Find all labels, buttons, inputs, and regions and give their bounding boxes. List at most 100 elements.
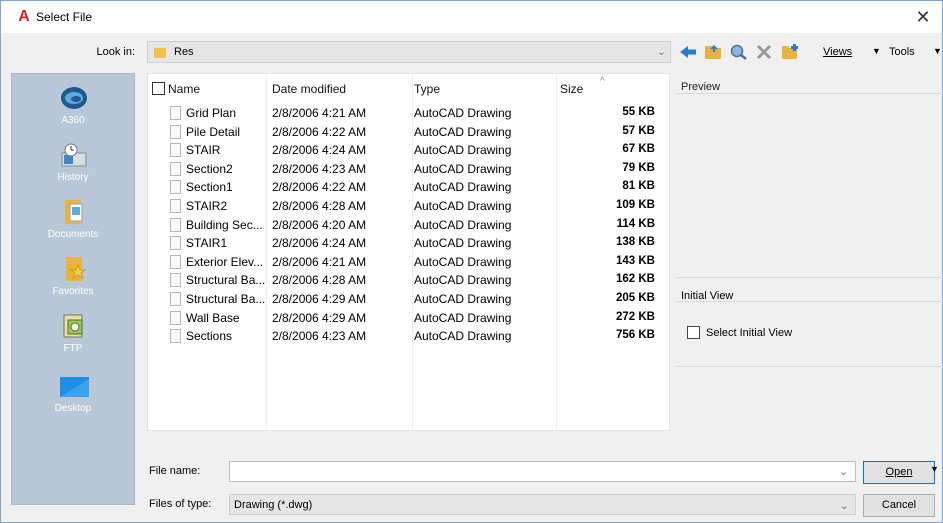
- file-size: 109 KB: [616, 199, 655, 211]
- sort-caret-icon: ^: [600, 76, 605, 87]
- open-options-arrow-icon[interactable]: ▼: [930, 464, 939, 474]
- place-documents[interactable]: Documents: [12, 194, 134, 250]
- file-size: 138 KB: [616, 236, 655, 249]
- select-initial-view-checkbox[interactable]: [687, 326, 700, 339]
- back-arrow-icon: [680, 46, 696, 58]
- tools-label: Tools: [889, 46, 915, 58]
- chevron-down-icon: ⌄: [839, 500, 849, 512]
- file-icon: [170, 124, 181, 139]
- file-type: AutoCAD Drawing: [414, 217, 512, 232]
- file-name: STAIR1: [186, 236, 228, 251]
- file-row[interactable]: Structural Ba... 2/8/2006 4:29 AM AutoCAD …: [148, 291, 669, 308]
- create-folder-button[interactable]: [780, 43, 800, 61]
- file-name: Exterior Elev...: [186, 254, 264, 269]
- file-date: 2/8/2006 4:28 AM: [272, 199, 367, 213]
- file-icon: [170, 106, 181, 120]
- place-desktop[interactable]: Desktop: [12, 368, 134, 424]
- tools-menu[interactable]: Tools: [889, 46, 915, 58]
- file-name: STAIR: [186, 143, 221, 158]
- file-row[interactable]: Building Sec... 2/8/2006 4:20 AM AutoCAD D…: [148, 217, 669, 234]
- file-type: AutoCAD Drawing: [414, 143, 512, 158]
- lookin-label: Look in:: [96, 46, 135, 58]
- place-history[interactable]: History: [12, 137, 134, 193]
- place-ftp[interactable]: FTP: [12, 308, 134, 364]
- delete-button[interactable]: [754, 43, 774, 61]
- file-name-chevron-down-icon[interactable]: ⌄: [839, 465, 848, 478]
- file-icon: [170, 199, 181, 213]
- file-date: 2/8/2006 4:22 AM: [272, 124, 367, 139]
- file-size: 57 KB: [622, 124, 655, 137]
- file-name-input[interactable]: [229, 461, 856, 482]
- file-row[interactable]: STAIR1 2/8/2006 4:24 AM AutoCAD Drawing 138…: [148, 235, 669, 252]
- file-icon: [170, 236, 181, 251]
- files-of-type-value: Drawing (*.dwg): [234, 499, 313, 511]
- back-button[interactable]: [678, 43, 698, 61]
- file-row[interactable]: STAIR2 2/8/2006 4:28 AM AutoCAD Drawing 109…: [148, 198, 669, 215]
- files-of-type-dropdown[interactable]: Drawing (*.dwg) ⌄: [229, 494, 856, 515]
- column-header-size[interactable]: Size: [560, 82, 583, 96]
- preview-pane: [676, 93, 943, 278]
- file-icon: [170, 161, 181, 176]
- file-size: 67 KB: [622, 143, 655, 156]
- file-row[interactable]: Exterior Elev... 2/8/2006 4:21 AM AutoCAD …: [148, 254, 669, 271]
- file-type: AutoCAD Drawing: [414, 273, 512, 288]
- file-type: AutoCAD Drawing: [414, 292, 512, 306]
- file-icon: [170, 254, 181, 269]
- place-a360[interactable]: A360: [12, 80, 134, 136]
- title-bar: A Select File ✕: [1, 1, 942, 33]
- open-button[interactable]: Open: [863, 461, 935, 484]
- file-name: Grid Plan: [186, 106, 237, 120]
- file-row[interactable]: Sections 2/8/2006 4:23 AM AutoCAD Drawing 7…: [148, 328, 669, 345]
- file-size: 81 KB: [622, 180, 655, 193]
- chevron-down-icon: ⌄: [656, 46, 666, 58]
- place-favorites[interactable]: Favorites: [12, 251, 134, 307]
- file-date: 2/8/2006 4:24 AM: [272, 143, 367, 158]
- file-date: 2/8/2006 4:28 AM: [272, 273, 367, 288]
- file-size: 756 KB: [616, 329, 655, 342]
- ftp-icon: [63, 314, 83, 338]
- history-icon: [61, 143, 87, 167]
- file-date: 2/8/2006 4:20 AM: [272, 217, 367, 232]
- place-label: Desktop: [54, 403, 92, 414]
- file-row[interactable]: Section1 2/8/2006 4:22 AM AutoCAD Drawing 8…: [148, 179, 669, 196]
- file-row[interactable]: Wall Base 2/8/2006 4:29 AM AutoCAD Drawing…: [148, 310, 669, 327]
- column-header-type[interactable]: Type: [414, 82, 440, 96]
- places-sidebar: A360 History Documents Favorites FTP Des…: [11, 73, 135, 505]
- file-icon: [170, 217, 181, 232]
- views-menu[interactable]: Views: [823, 46, 852, 58]
- select-initial-view-label[interactable]: Select Initial View: [706, 327, 792, 339]
- select-all-checkbox[interactable]: [152, 82, 165, 95]
- file-type: AutoCAD Drawing: [414, 180, 512, 195]
- file-type: AutoCAD Drawing: [414, 254, 512, 269]
- file-icon: [170, 180, 181, 195]
- place-label: History: [57, 172, 89, 183]
- views-dropdown-arrow-icon[interactable]: ▼: [872, 46, 881, 56]
- close-button[interactable]: ✕: [912, 6, 934, 28]
- new-folder-icon: [782, 44, 798, 59]
- search-web-icon: [730, 44, 747, 60]
- autocad-logo-icon: A: [18, 8, 30, 25]
- file-row[interactable]: Grid Plan 2/8/2006 4:21 AM AutoCAD Drawing…: [148, 105, 669, 122]
- file-row[interactable]: Section2 2/8/2006 4:23 AM AutoCAD Drawing 7…: [148, 161, 669, 178]
- favorites-icon: [66, 257, 87, 281]
- file-row[interactable]: STAIR 2/8/2006 4:24 AM AutoCAD Drawing 67 K…: [148, 142, 669, 159]
- file-type: AutoCAD Drawing: [414, 124, 512, 139]
- file-icon: [170, 292, 181, 306]
- cancel-button[interactable]: Cancel: [863, 494, 935, 517]
- file-type: AutoCAD Drawing: [414, 236, 512, 251]
- file-row[interactable]: Pile Detail 2/8/2006 4:22 AM AutoCAD Drawi…: [148, 124, 669, 141]
- file-size: 272 KB: [616, 310, 655, 323]
- lookin-dropdown[interactable]: Res ⌄: [147, 41, 671, 63]
- file-name: Wall Base: [186, 310, 240, 325]
- documents-icon: [65, 200, 83, 224]
- file-name: Structural Ba...: [186, 273, 266, 288]
- up-one-level-button[interactable]: [703, 43, 723, 61]
- column-header-name[interactable]: Name: [168, 82, 200, 96]
- search-web-button[interactable]: [729, 43, 749, 61]
- dialog-title: Select File: [36, 10, 93, 24]
- tools-dropdown-arrow-icon[interactable]: ▼: [933, 46, 942, 56]
- file-list[interactable]: Name Date modified Type Size ^ Grid Plan…: [147, 73, 670, 431]
- file-row[interactable]: Structural Ba... 2/8/2006 4:28 AM AutoCAD …: [148, 272, 669, 289]
- column-header-date[interactable]: Date modified: [272, 82, 346, 96]
- place-label: FTP: [63, 343, 83, 354]
